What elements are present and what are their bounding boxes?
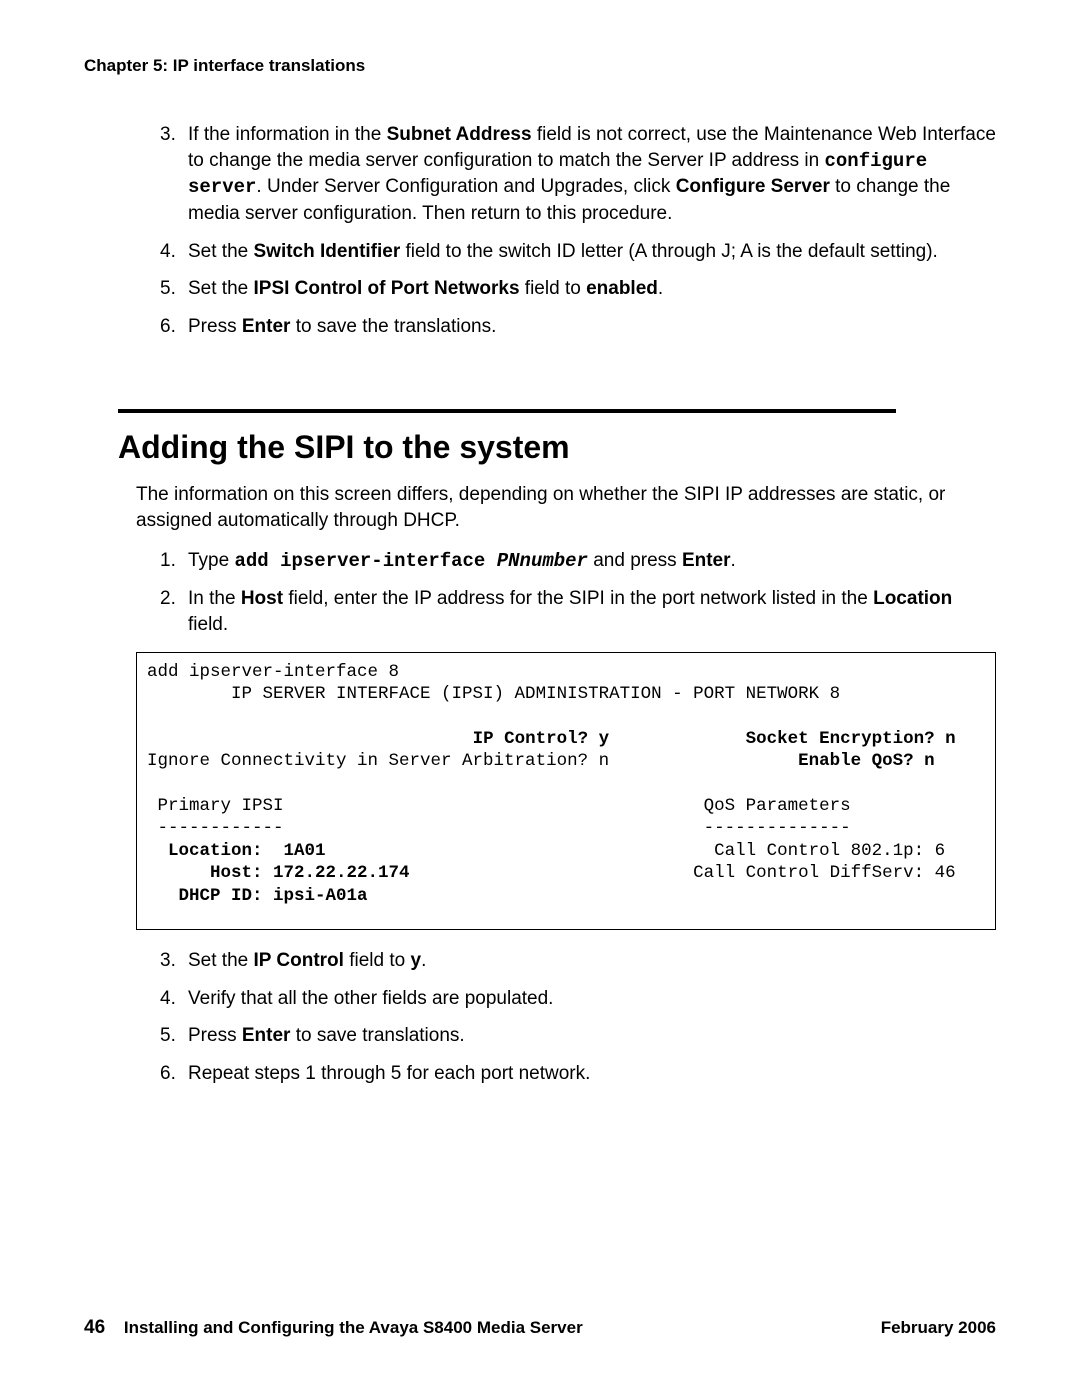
section-intro: The information on this screen differs, …: [136, 482, 996, 533]
footer-left: 46 Installing and Configuring the Avaya …: [84, 1317, 583, 1339]
bold-text: Configure Server: [676, 176, 830, 197]
text: If the information in the: [188, 124, 387, 145]
terminal-line: Call Control DiffServ: 46: [410, 863, 956, 883]
text: .: [658, 278, 663, 299]
bold-text: IPSI Control of Port Networks: [254, 278, 520, 299]
text: to save the translations.: [290, 316, 496, 337]
text: In the: [188, 588, 241, 609]
chapter-header: Chapter 5: IP interface translations: [84, 56, 996, 76]
bold-text: Switch Identifier: [254, 241, 401, 262]
bold-text: Enter: [242, 1025, 291, 1046]
page: Chapter 5: IP interface translations If …: [0, 0, 1080, 1397]
code-italic-text: PNnumber: [497, 550, 588, 572]
step-item: Press Enter to save the translations.: [160, 314, 996, 340]
page-footer: 46 Installing and Configuring the Avaya …: [84, 1317, 996, 1339]
step-item: Set the IP Control field to y.: [160, 948, 996, 974]
text: field to: [520, 278, 587, 299]
bold-text: enabled: [586, 278, 658, 299]
terminal-bold: Enable QoS? n: [798, 751, 935, 771]
bold-text: Location: [873, 588, 952, 609]
text: field to the switch ID letter (A through…: [400, 241, 938, 262]
text: Type: [188, 550, 234, 571]
step-item: Type add ipserver-interface PNnumber and…: [160, 548, 996, 575]
text: Press: [188, 316, 242, 337]
section-divider: [118, 409, 896, 413]
terminal-output: add ipserver-interface 8 IP SERVER INTER…: [136, 652, 996, 930]
terminal-line: [609, 729, 746, 749]
step-item: Set the IPSI Control of Port Networks fi…: [160, 276, 996, 302]
text: field.: [188, 614, 228, 635]
step-item: If the information in the Subnet Address…: [160, 122, 996, 227]
terminal-bold: Host: 172.22.22.174: [210, 863, 410, 883]
step-item: Repeat steps 1 through 5 for each port n…: [160, 1061, 996, 1087]
bold-text: Subnet Address: [387, 124, 532, 145]
terminal-line: ------------ --------------: [147, 818, 851, 838]
text: . Under Server Configuration and Upgrade…: [256, 176, 675, 197]
step-item: Verify that all the other fields are pop…: [160, 986, 996, 1012]
terminal-bold: DHCP ID: ipsi-A01a: [179, 886, 368, 906]
terminal-line: IP SERVER INTERFACE (IPSI) ADMINISTRATIO…: [147, 684, 840, 704]
terminal-line: [147, 841, 168, 861]
text: .: [731, 550, 736, 571]
terminal-line: add ipserver-interface 8: [147, 662, 399, 682]
code-text: add ipserver-interface: [234, 550, 496, 572]
bold-text: Enter: [242, 316, 291, 337]
section-title: Adding the SIPI to the system: [118, 429, 996, 466]
footer-date: February 2006: [881, 1318, 996, 1338]
terminal-bold: Socket Encryption? n: [746, 729, 956, 749]
book-title: Installing and Configuring the Avaya S84…: [124, 1318, 583, 1337]
text: Set the: [188, 241, 254, 262]
text: Set the: [188, 950, 254, 971]
text: .: [421, 950, 426, 971]
bold-text: y: [410, 950, 421, 971]
page-number: 46: [84, 1317, 105, 1338]
terminal-line: [147, 886, 179, 906]
terminal-line: Primary IPSI QoS Parameters: [147, 796, 851, 816]
text: to save translations.: [290, 1025, 464, 1046]
step-list-middle: Type add ipserver-interface PNnumber and…: [160, 548, 996, 638]
text: Verify that all the other fields are pop…: [188, 988, 553, 1009]
terminal-line: [147, 729, 473, 749]
text: and press: [588, 550, 682, 571]
step-list-top: If the information in the Subnet Address…: [160, 122, 996, 339]
step-list-bottom: Set the IP Control field to y. Verify th…: [160, 948, 996, 1087]
step-item: Set the Switch Identifier field to the s…: [160, 239, 996, 265]
text: Press: [188, 1025, 242, 1046]
terminal-bold: Location: 1A01: [168, 841, 326, 861]
bold-text: Enter: [682, 550, 731, 571]
step-item: Press Enter to save translations.: [160, 1023, 996, 1049]
step-item: In the Host field, enter the IP address …: [160, 586, 996, 637]
text: field, enter the IP address for the SIPI…: [283, 588, 873, 609]
terminal-line: Ignore Connectivity in Server Arbitratio…: [147, 751, 798, 771]
text: field to: [344, 950, 411, 971]
terminal-line: [147, 863, 210, 883]
terminal-bold: IP Control? y: [473, 729, 610, 749]
bold-text: Host: [241, 588, 283, 609]
bold-text: IP Control: [254, 950, 344, 971]
text: Repeat steps 1 through 5 for each port n…: [188, 1063, 590, 1084]
terminal-line: Call Control 802.1p: 6: [326, 841, 946, 861]
text: Set the: [188, 278, 254, 299]
